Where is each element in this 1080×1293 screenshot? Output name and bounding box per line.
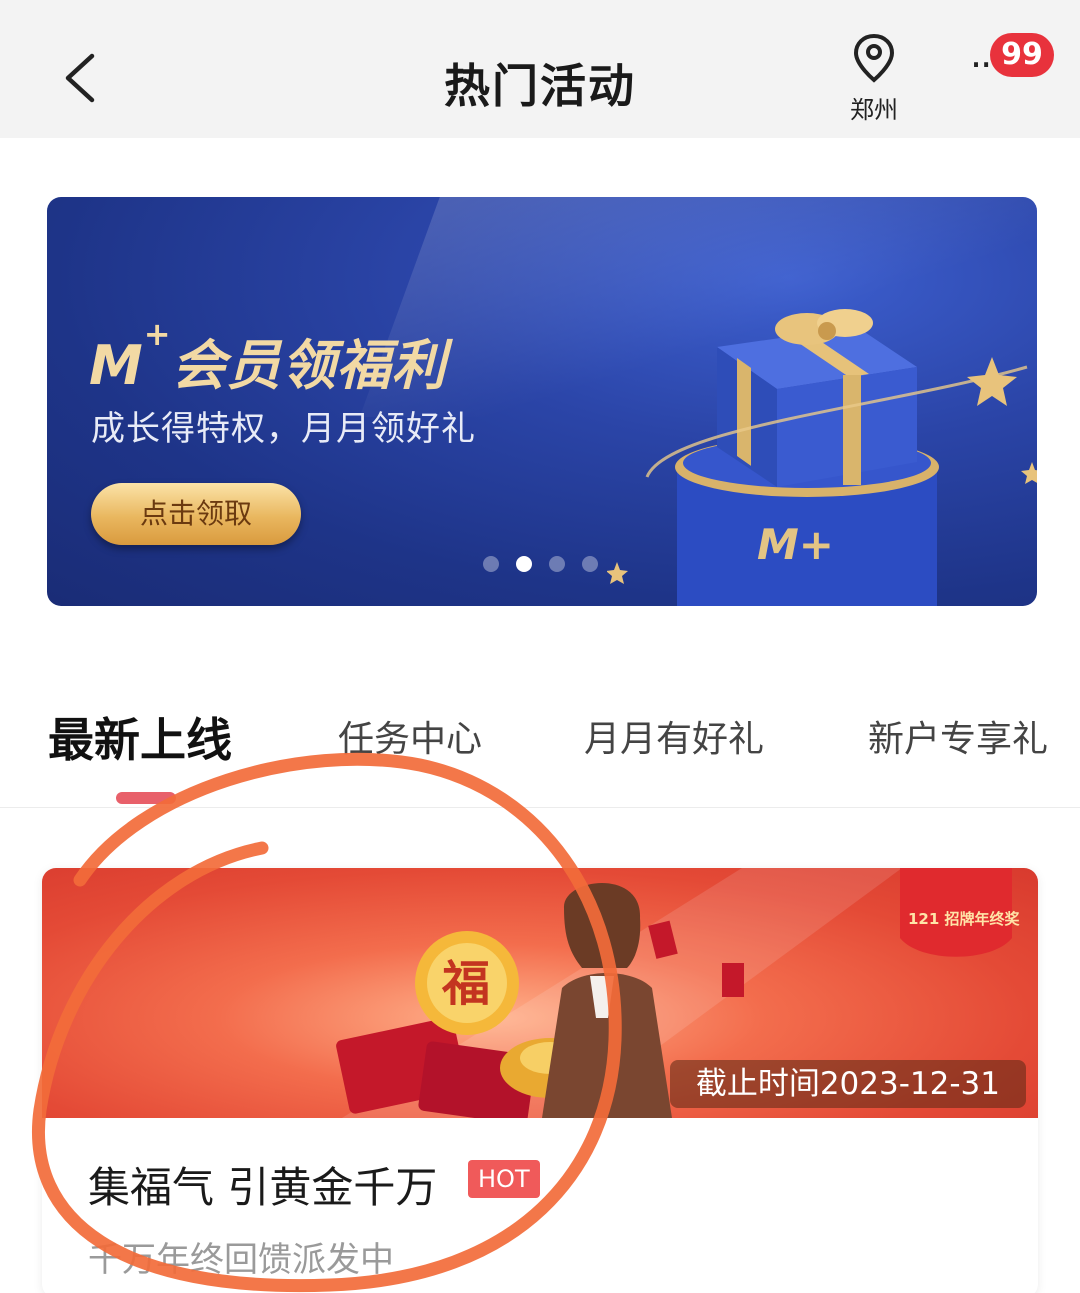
deadline-label: 截止时间2023-12-31	[669, 1060, 1026, 1108]
tab-task-center[interactable]: 任务中心	[338, 710, 482, 762]
carousel-dots	[483, 556, 598, 572]
notification-badge: 99	[990, 33, 1054, 77]
location-pin-icon	[853, 33, 895, 83]
activity-card-image: 福 121 招牌年终奖 截止时间2023-12-31	[42, 868, 1038, 1125]
fu-coin-text: 福	[441, 956, 490, 1012]
promo-banner[interactable]: M+会员领福利 成长得特权，月月领好礼 点击领取 M+	[47, 197, 1037, 606]
claim-button[interactable]: 点击领取	[91, 483, 301, 545]
page-title: 热门活动	[444, 59, 636, 113]
carousel-dot[interactable]	[549, 556, 565, 572]
location-selector[interactable]: 郑州	[838, 32, 910, 125]
hot-badge: HOT	[468, 1160, 540, 1198]
activity-card[interactable]: 福 121 招牌年终奖 截止时间2023-12-31 集福气 引黄金千万 HOT…	[42, 868, 1038, 1293]
banner-subtitle: 成长得特权，月月领好礼	[91, 409, 476, 449]
top-nav-bar: 热门活动 郑州 ··· 99	[0, 0, 1080, 138]
carousel-dot[interactable]	[483, 556, 499, 572]
location-label: 郑州	[850, 96, 898, 124]
banner-title-plus: +	[143, 315, 172, 353]
active-tab-indicator	[116, 792, 176, 804]
activity-subtitle: 千万年终回馈派发中	[88, 1240, 394, 1280]
tab-latest[interactable]: 最新上线	[48, 704, 232, 770]
tab-monthly-gifts[interactable]: 月月有好礼	[584, 710, 764, 762]
activity-title: 集福气 引黄金千万	[88, 1163, 438, 1212]
banner-title-text: 会员领福利	[171, 334, 447, 397]
carousel-dot-active[interactable]	[516, 556, 532, 572]
gift-box-illustration: M+	[607, 309, 1037, 606]
banner-title-m: M	[89, 334, 144, 397]
year-end-tag: 121 招牌年终奖	[908, 910, 1021, 928]
tab-new-user-gifts[interactable]: 新户专享礼	[868, 710, 1048, 762]
banner-title: M+会员领福利	[89, 315, 447, 400]
carousel-dot[interactable]	[582, 556, 598, 572]
category-tabs: 最新上线 任务中心 月月有好礼 新户专享礼	[0, 700, 1080, 808]
pedestal-logo: M+	[757, 520, 834, 569]
